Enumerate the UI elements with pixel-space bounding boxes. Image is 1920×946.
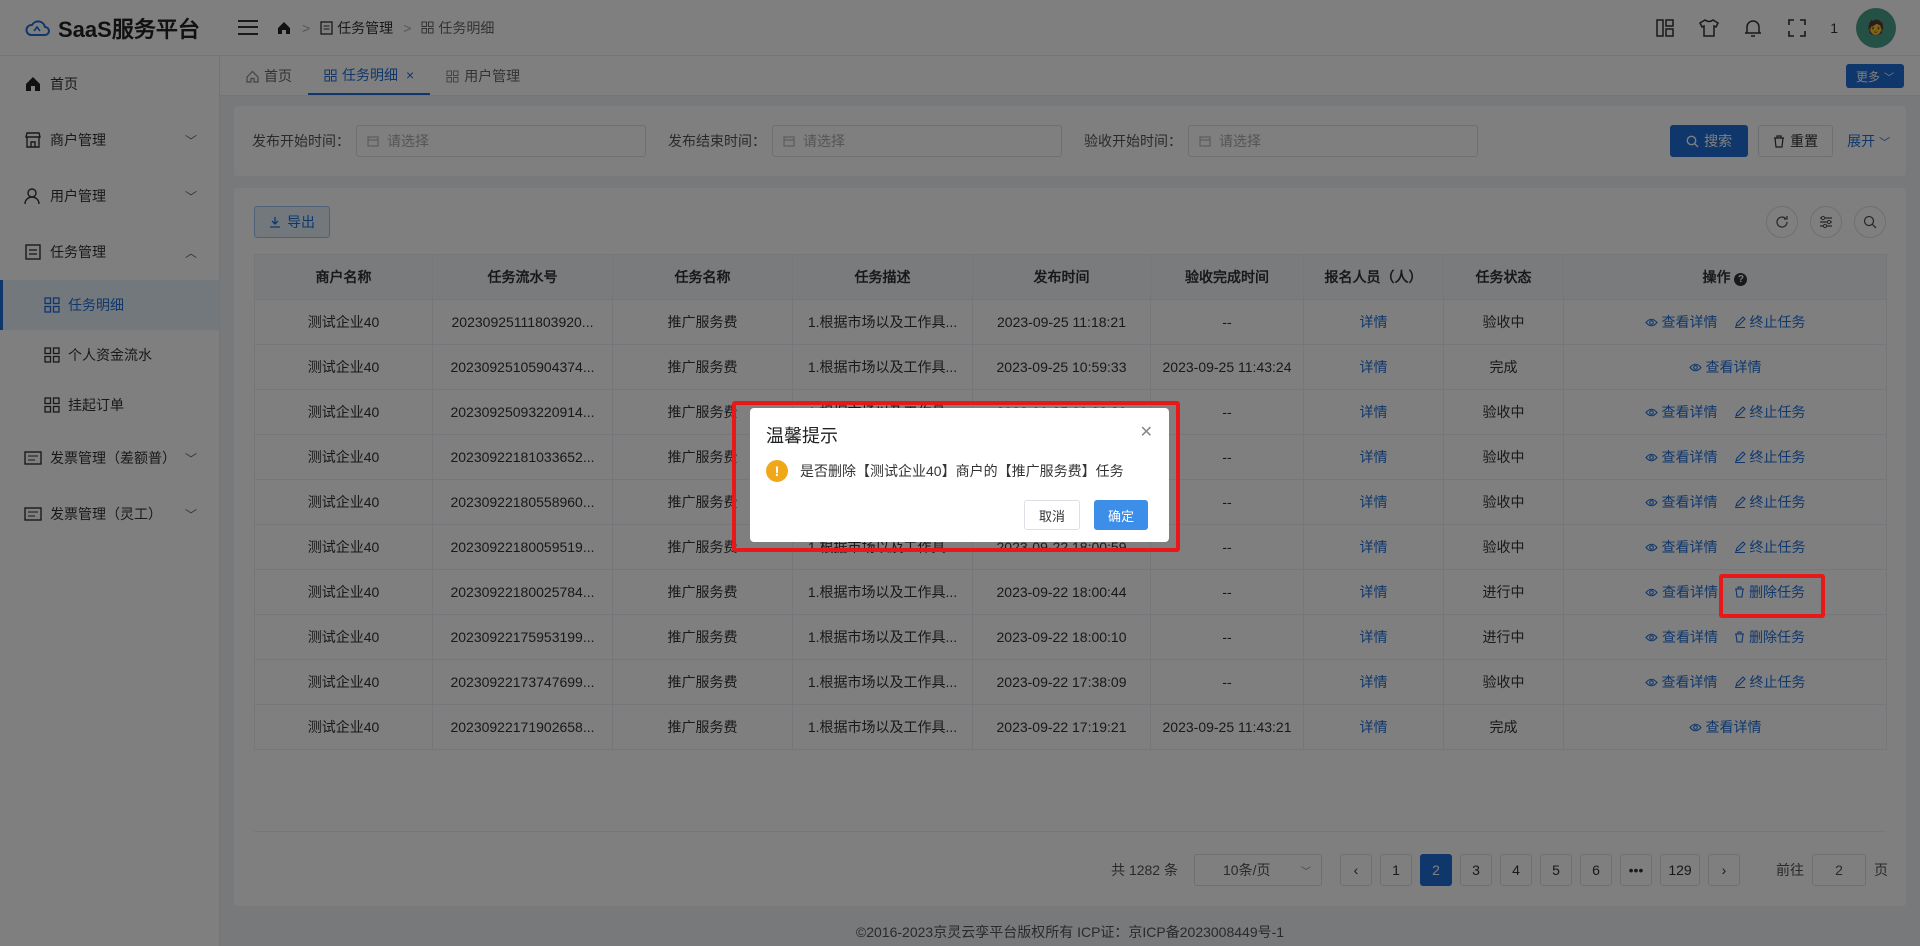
cancel-button[interactable]: 取消 [1024,500,1081,530]
highlight-box-delete [1719,574,1825,618]
warning-icon: ! [766,460,788,482]
close-icon[interactable]: ✕ [1140,422,1153,442]
confirm-dialog: 温馨提示 ✕ ! 是否删除【测试企业40】商户的【推广服务费】任务 取消 确定 [750,408,1169,542]
dialog-message-row: ! 是否删除【测试企业40】商户的【推广服务费】任务 [766,460,1124,482]
dialog-title: 温馨提示 [766,426,838,446]
confirm-button[interactable]: 确定 [1094,500,1149,530]
dialog-message: 是否删除【测试企业40】商户的【推广服务费】任务 [800,463,1124,479]
